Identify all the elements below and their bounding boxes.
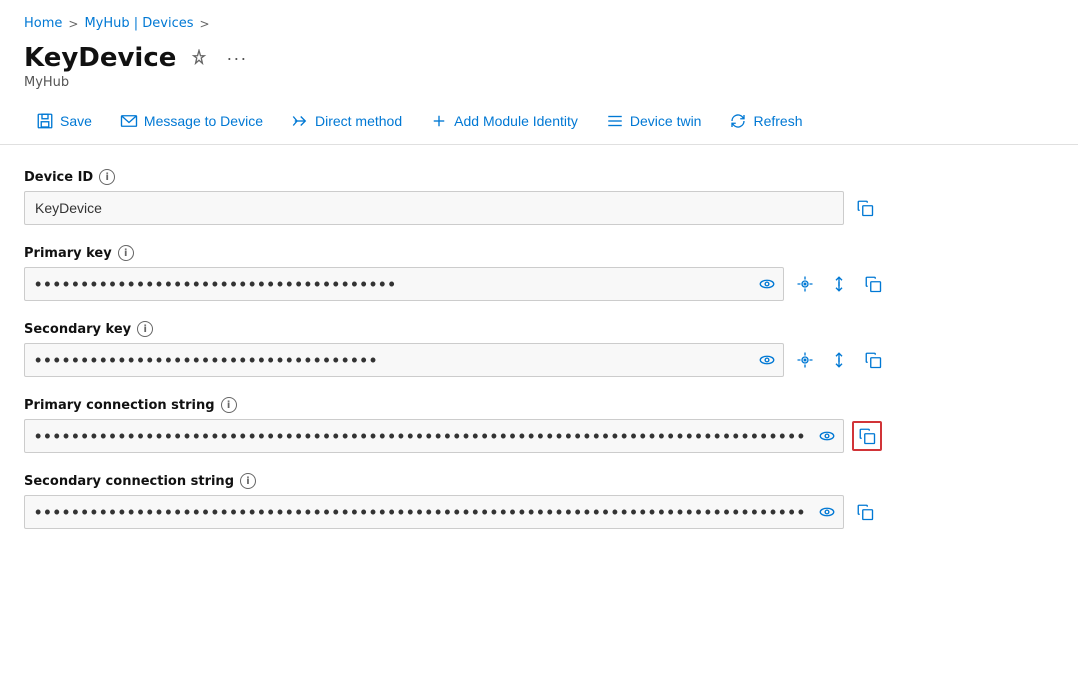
copy-icon-pk [864, 275, 882, 293]
primary-connection-string-copy-button[interactable] [852, 421, 882, 451]
regenerate-icon [796, 275, 814, 293]
add-module-icon [430, 112, 448, 130]
breadcrumb-hub[interactable]: MyHub | Devices [84, 16, 193, 31]
secondary-connection-string-info-icon[interactable]: i [240, 473, 256, 489]
direct-method-button[interactable]: Direct method [279, 106, 414, 136]
device-twin-icon [606, 112, 624, 130]
secondary-key-info-icon[interactable]: i [137, 321, 153, 337]
add-module-label: Add Module Identity [454, 113, 578, 129]
device-id-field-row [24, 191, 956, 225]
add-module-button[interactable]: Add Module Identity [418, 106, 590, 136]
eye-icon-scs [818, 503, 836, 521]
refresh-button[interactable]: Refresh [717, 106, 814, 136]
primary-connection-string-input[interactable] [24, 419, 844, 453]
copy-icon-pcs [858, 427, 876, 445]
secondary-connection-string-copy-button[interactable] [852, 499, 878, 525]
pin-icon [190, 49, 208, 67]
primary-key-input-wrapper [24, 267, 784, 301]
regenerate-icon-sk [796, 351, 814, 369]
message-icon [120, 112, 138, 130]
device-id-label: Device ID i [24, 169, 956, 185]
copy-icon [856, 199, 874, 217]
message-to-device-button[interactable]: Message to Device [108, 106, 275, 136]
page-title: KeyDevice [24, 43, 176, 73]
breadcrumb-sep1: > [68, 17, 78, 31]
secondary-connection-string-field-row [24, 495, 956, 529]
primary-key-show-button[interactable] [758, 275, 776, 293]
swap-icon [830, 275, 848, 293]
toolbar: Save Message to Device Direct method Add… [0, 98, 1078, 145]
secondary-key-label: Secondary key i [24, 321, 956, 337]
secondary-key-field-row [24, 343, 956, 377]
secondary-key-group: Secondary key i [24, 321, 956, 377]
breadcrumb: Home > MyHub | Devices > [0, 0, 1078, 39]
primary-key-label: Primary key i [24, 245, 956, 261]
device-id-copy-button[interactable] [852, 195, 878, 221]
save-button[interactable]: Save [24, 106, 104, 136]
device-twin-label: Device twin [630, 113, 702, 129]
direct-method-icon [291, 112, 309, 130]
direct-method-label: Direct method [315, 113, 402, 129]
refresh-icon [729, 112, 747, 130]
primary-connection-string-show-button[interactable] [818, 427, 836, 445]
eye-icon [758, 275, 776, 293]
primary-connection-string-field-row [24, 419, 956, 453]
pin-button[interactable] [186, 47, 212, 69]
eye-icon-sk [758, 351, 776, 369]
secondary-connection-string-wrapper [24, 495, 844, 529]
breadcrumb-home[interactable]: Home [24, 16, 62, 31]
primary-connection-string-info-icon[interactable]: i [221, 397, 237, 413]
device-id-info-icon[interactable]: i [99, 169, 115, 185]
more-button[interactable]: ··· [222, 46, 251, 71]
swap-icon-sk [830, 351, 848, 369]
device-id-group: Device ID i [24, 169, 956, 225]
save-label: Save [60, 113, 92, 129]
content-area: Device ID i Primary key i [0, 145, 980, 573]
secondary-key-swap-button[interactable] [826, 347, 852, 373]
more-dots-icon: ··· [226, 48, 247, 69]
primary-connection-string-label: Primary connection string i [24, 397, 956, 413]
eye-icon-pcs [818, 427, 836, 445]
copy-icon-sk [864, 351, 882, 369]
secondary-connection-string-show-button[interactable] [818, 503, 836, 521]
secondary-key-copy-button[interactable] [860, 347, 886, 373]
primary-key-copy-button[interactable] [860, 271, 886, 297]
secondary-key-regenerate-button[interactable] [792, 347, 818, 373]
refresh-label: Refresh [753, 113, 802, 129]
copy-icon-scs [856, 503, 874, 521]
breadcrumb-sep2: > [200, 17, 210, 31]
device-twin-button[interactable]: Device twin [594, 106, 714, 136]
page-header: KeyDevice ··· MyHub [0, 39, 1078, 98]
primary-key-input[interactable] [24, 267, 784, 301]
primary-connection-string-wrapper [24, 419, 844, 453]
secondary-connection-string-input[interactable] [24, 495, 844, 529]
secondary-connection-string-group: Secondary connection string i [24, 473, 956, 529]
secondary-key-show-button[interactable] [758, 351, 776, 369]
secondary-key-input-wrapper [24, 343, 784, 377]
primary-key-field-row [24, 267, 956, 301]
primary-key-info-icon[interactable]: i [118, 245, 134, 261]
secondary-key-input[interactable] [24, 343, 784, 377]
page-subtitle: MyHub [24, 75, 1054, 90]
save-icon [36, 112, 54, 130]
message-label: Message to Device [144, 113, 263, 129]
primary-key-regenerate-button[interactable] [792, 271, 818, 297]
primary-key-group: Primary key i [24, 245, 956, 301]
primary-key-swap-button[interactable] [826, 271, 852, 297]
primary-connection-string-group: Primary connection string i [24, 397, 956, 453]
secondary-connection-string-label: Secondary connection string i [24, 473, 956, 489]
device-id-input[interactable] [24, 191, 844, 225]
